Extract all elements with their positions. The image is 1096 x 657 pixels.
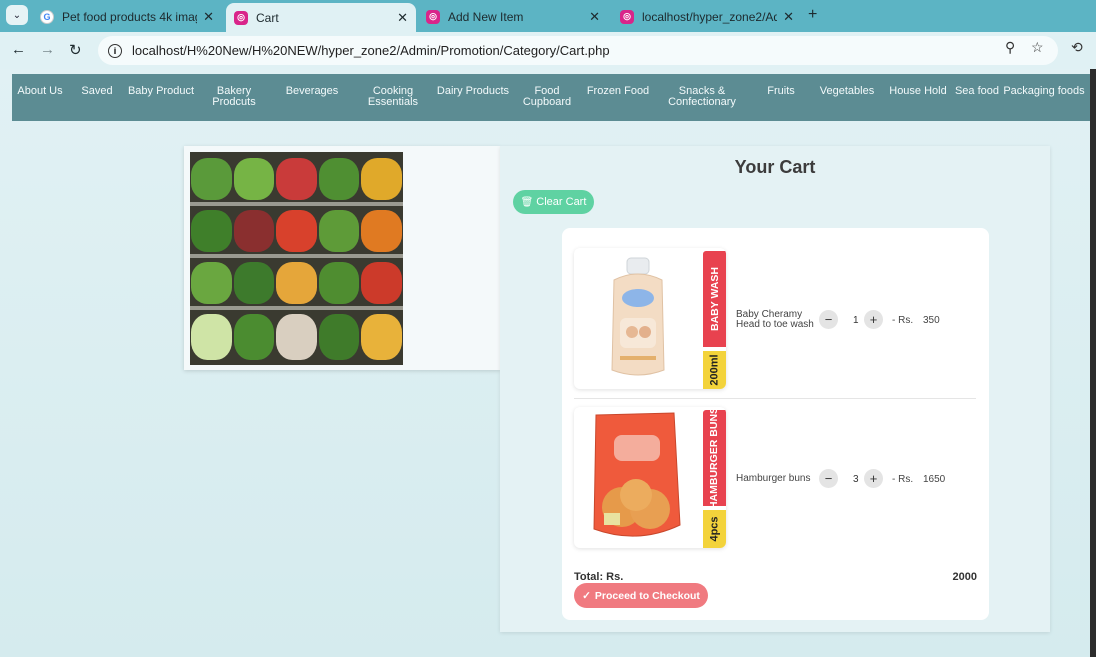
- cart-items-box: BABY WASH 200ml Baby Cheramy Head to toe…: [562, 228, 989, 620]
- tab-title: Cart: [256, 10, 279, 25]
- product-category-tag: BABY WASH: [703, 251, 726, 347]
- tab-title: localhost/hyper_zone2/Admin/: [642, 9, 778, 24]
- app-favicon-icon: ◎: [234, 10, 248, 25]
- tab-title: Pet food products 4k images -: [62, 9, 197, 24]
- bookmark-star-icon[interactable]: ☆: [1031, 39, 1044, 56]
- nav-item-bakery-products[interactable]: Bakery Prodcuts: [196, 74, 272, 121]
- check-double-icon: ✓: [582, 589, 591, 602]
- proceed-to-checkout-button[interactable]: ✓ Proceed to Checkout: [574, 583, 708, 608]
- cart-title: Your Cart: [734, 157, 816, 177]
- hero-image-card: [184, 146, 500, 370]
- nav-item-food-cupboard[interactable]: Food Cupboard: [512, 74, 582, 121]
- decrease-quantity-button[interactable]: −: [819, 310, 838, 329]
- baby-wash-bottle-image: [611, 257, 665, 376]
- extension-icon[interactable]: ⟲: [1071, 39, 1083, 56]
- google-favicon-icon: G: [40, 9, 54, 24]
- clear-cart-button[interactable]: 🗑 Clear Cart: [513, 190, 594, 214]
- checkout-label: Proceed to Checkout: [594, 589, 700, 602]
- tab-pet-food[interactable]: G Pet food products 4k images - ✕: [32, 3, 222, 30]
- produce-shelves-image: [190, 152, 403, 365]
- tab-localhost-admin[interactable]: ◎ localhost/hyper_zone2/Admin/ ✕: [612, 3, 802, 30]
- product-category-tag: HAMBURGER BUNS: [703, 407, 726, 509]
- nav-item-baby-product[interactable]: Baby Product: [126, 74, 196, 121]
- increase-quantity-button[interactable]: +: [864, 310, 883, 329]
- product-size-tag: 4pcs: [703, 510, 726, 548]
- close-tab-icon[interactable]: ✕: [397, 10, 408, 26]
- cart-item-card: HAMBURGER BUNS 4pcs: [574, 407, 726, 548]
- window-edge: [1090, 69, 1096, 657]
- increase-quantity-button[interactable]: +: [864, 469, 883, 488]
- browser-tab-bar: ⌄ G Pet food products 4k images - ✕ ◎ Ca…: [0, 0, 1096, 32]
- tab-add-new-item[interactable]: ◎ Add New Item ✕: [418, 3, 608, 30]
- close-tab-icon[interactable]: ✕: [589, 9, 600, 25]
- tab-search-menu-button[interactable]: ⌄: [6, 5, 28, 25]
- total-label: Total: Rs.: [574, 571, 624, 583]
- cart-item-name: Hamburger buns: [736, 473, 811, 484]
- item-price: 1650: [923, 474, 946, 485]
- cart-item-card: BABY WASH 200ml: [574, 248, 726, 389]
- reload-icon[interactable]: ↻: [69, 41, 82, 59]
- url-text[interactable]: localhost/H%20New/H%20NEW/hyper_zone2/Ad…: [132, 43, 610, 58]
- item-quantity: 1: [853, 315, 859, 326]
- close-tab-icon[interactable]: ✕: [783, 9, 794, 25]
- tab-cart[interactable]: ◎ Cart ✕: [226, 3, 416, 32]
- address-bar[interactable]: i localhost/H%20New/H%20NEW/hyper_zone2/…: [98, 36, 1058, 65]
- nav-item-beverages[interactable]: Beverages: [272, 74, 352, 121]
- nav-item-snacks-confectionary[interactable]: Snacks & Confectionary: [654, 74, 750, 121]
- nav-item-vegetables[interactable]: Vegetables: [812, 74, 882, 121]
- tab-title: Add New Item: [448, 9, 524, 24]
- nav-item-dairy-products[interactable]: Dairy Products: [434, 74, 512, 121]
- price-label: - Rs.: [892, 315, 914, 326]
- app-favicon-icon: ◎: [620, 9, 634, 24]
- nav-item-about-us[interactable]: About Us: [12, 74, 68, 121]
- nav-item-packaging-foods[interactable]: Packaging foods: [1000, 74, 1088, 121]
- item-price: 350: [923, 315, 940, 326]
- product-size-tag: 200ml: [703, 351, 726, 389]
- nav-item-saved[interactable]: Saved: [68, 74, 126, 121]
- app-favicon-icon: ◎: [426, 9, 440, 24]
- back-arrow-icon[interactable]: ←: [11, 41, 26, 58]
- category-nav: About Us Saved Baby Product Bakery Prodc…: [12, 74, 1090, 121]
- new-tab-plus-icon[interactable]: +: [808, 6, 817, 24]
- clear-cart-label: Clear Cart: [536, 196, 587, 208]
- hamburger-buns-bag-image: [593, 412, 681, 537]
- page-content: About Us Saved Baby Product Bakery Prodc…: [0, 69, 1090, 657]
- close-tab-icon[interactable]: ✕: [203, 9, 214, 25]
- nav-item-sea-food[interactable]: Sea food: [954, 74, 1000, 121]
- price-label: - Rs.: [892, 474, 914, 485]
- nav-item-house-hold[interactable]: House Hold: [882, 74, 954, 121]
- forward-arrow-icon[interactable]: →: [40, 41, 55, 58]
- browser-toolbar: ← → ↻ i localhost/H%20New/H%20NEW/hyper_…: [0, 32, 1096, 69]
- item-divider: [574, 398, 976, 399]
- decrease-quantity-button[interactable]: −: [819, 469, 838, 488]
- total-value: 2000: [952, 571, 977, 583]
- item-quantity: 3: [853, 474, 859, 485]
- nav-item-cooking-essentials[interactable]: Cooking Essentials: [352, 74, 434, 121]
- nav-item-frozen-food[interactable]: Frozen Food: [582, 74, 654, 121]
- trash-icon: 🗑: [520, 196, 534, 208]
- nav-item-fruits[interactable]: Fruits: [750, 74, 812, 121]
- cart-panel: Your Cart 🗑 Clear Cart BABY WASH 200ml B…: [500, 146, 1050, 632]
- site-info-icon[interactable]: i: [108, 43, 122, 58]
- cart-item-name: Baby Cheramy Head to toe wash: [736, 309, 814, 330]
- zoom-magnifier-icon[interactable]: ⚲: [1005, 39, 1015, 56]
